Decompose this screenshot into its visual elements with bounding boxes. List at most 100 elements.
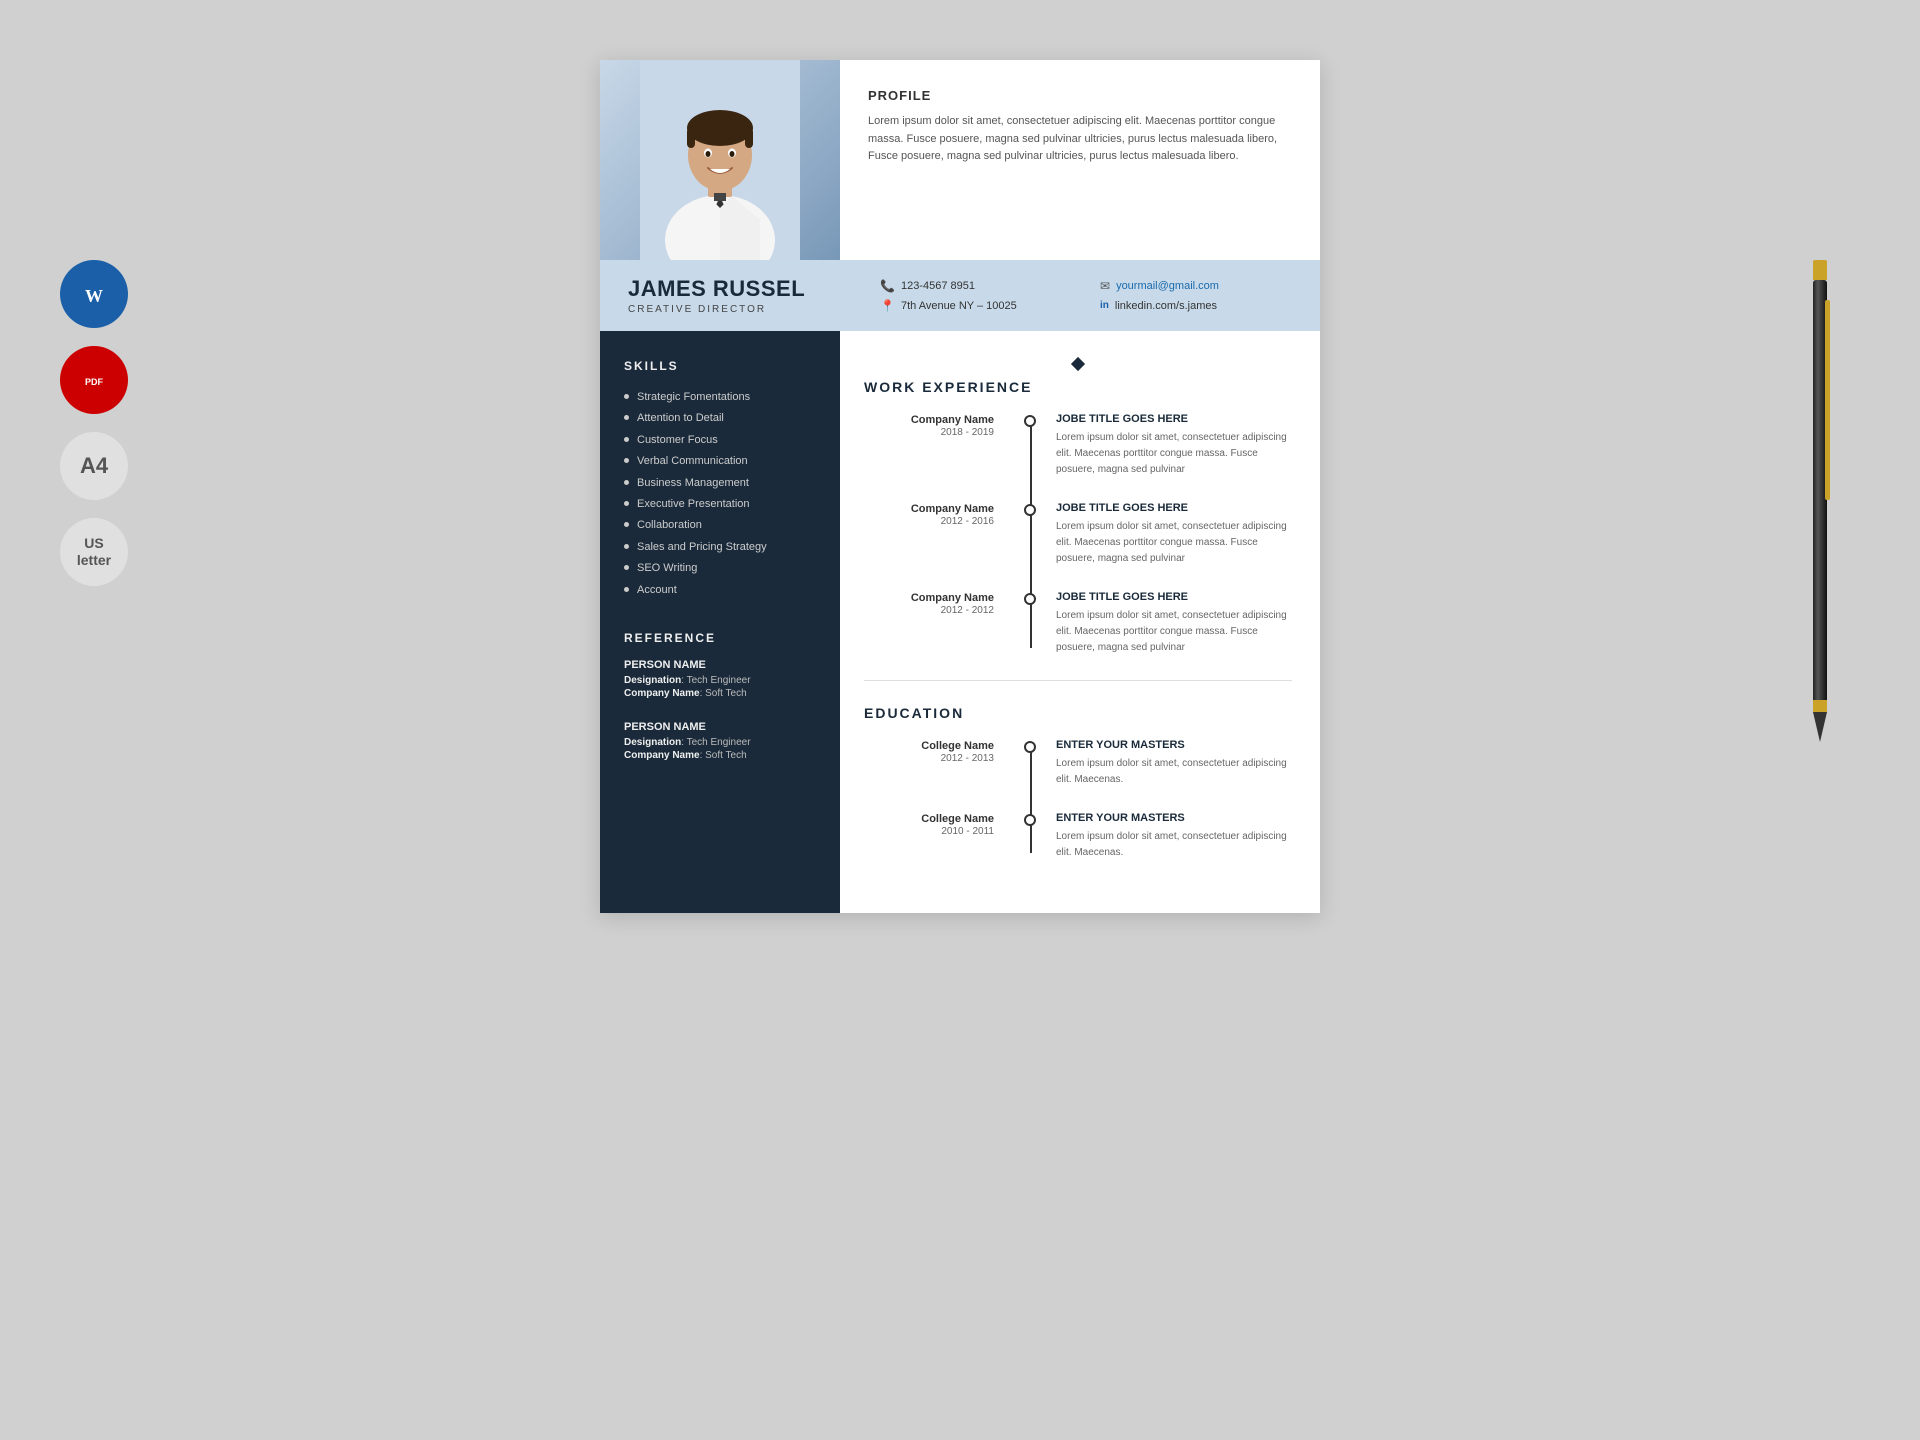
timeline-content: ENTER YOUR MASTERS Lorem ipsum dolor sit… bbox=[1046, 812, 1292, 861]
email-icon: ✉ bbox=[1100, 279, 1110, 293]
list-item: SEO Writing bbox=[624, 558, 816, 579]
table-row: College Name 2012 - 2013 ENTER YOUR MAST… bbox=[864, 739, 1292, 788]
main-content: WORK EXPERIENCE Company Name 2018 - 2019… bbox=[840, 331, 1320, 913]
timeline-dot-wrapper bbox=[1014, 413, 1046, 478]
us-label: USletter bbox=[77, 535, 111, 569]
bullet-icon bbox=[624, 394, 629, 399]
table-row: College Name 2010 - 2011 ENTER YOUR MAST… bbox=[864, 812, 1292, 861]
list-item: Sales and Pricing Strategy bbox=[624, 537, 816, 558]
timeline-dot bbox=[1024, 741, 1036, 753]
skill-text: Verbal Communication bbox=[637, 454, 748, 469]
bullet-icon bbox=[624, 501, 629, 506]
timeline-date: College Name 2012 - 2013 bbox=[864, 739, 1014, 788]
company-years: 2018 - 2019 bbox=[864, 427, 994, 438]
bullet-icon bbox=[624, 544, 629, 549]
ref-name: PERSON NAME bbox=[624, 659, 816, 671]
timeline-dot bbox=[1024, 814, 1036, 826]
reference-block: PERSON NAME Designation: Tech Engineer C… bbox=[624, 659, 816, 699]
person-name: JAMES RUSSEL bbox=[628, 276, 860, 302]
us-letter-icon[interactable]: USletter bbox=[60, 518, 128, 586]
company-name: Company Name bbox=[864, 502, 994, 516]
linkedin-contact: in linkedin.com/s.james bbox=[1100, 299, 1300, 313]
diamond-icon bbox=[1071, 357, 1085, 371]
work-experience-title: WORK EXPERIENCE bbox=[864, 379, 1292, 395]
timeline-dot bbox=[1024, 504, 1036, 516]
skill-text: Strategic Fomentations bbox=[637, 390, 750, 405]
phone-icon: 📞 bbox=[880, 279, 895, 293]
timeline-content: JOBE TITLE GOES HERE Lorem ipsum dolor s… bbox=[1046, 502, 1292, 567]
a4-icon[interactable]: A4 bbox=[60, 432, 128, 500]
email-contact: ✉ yourmail@gmail.com bbox=[1100, 279, 1300, 293]
bullet-icon bbox=[624, 480, 629, 485]
job-description: Lorem ipsum dolor sit amet, consectetuer… bbox=[1056, 430, 1292, 478]
company-name: Company Name bbox=[864, 413, 994, 427]
resume-body: SKILLS Strategic Fomentations Attention … bbox=[600, 331, 1320, 913]
list-item: Verbal Communication bbox=[624, 451, 816, 472]
list-item: Strategic Fomentations bbox=[624, 387, 816, 408]
timeline-date: College Name 2010 - 2011 bbox=[864, 812, 1014, 861]
contact-section: 📞 123-4567 8951 ✉ yourmail@gmail.com 📍 7… bbox=[860, 279, 1300, 313]
email-link[interactable]: yourmail@gmail.com bbox=[1116, 280, 1219, 292]
list-item: Attention to Detail bbox=[624, 408, 816, 429]
job-title: JOBE TITLE GOES HERE bbox=[1056, 413, 1292, 425]
degree-description: Lorem ipsum dolor sit amet, consectetuer… bbox=[1056, 756, 1292, 788]
skills-title: SKILLS bbox=[624, 359, 816, 373]
bullet-icon bbox=[624, 437, 629, 442]
job-description: Lorem ipsum dolor sit amet, consectetuer… bbox=[1056, 608, 1292, 656]
degree-title: ENTER YOUR MASTERS bbox=[1056, 739, 1292, 751]
timeline-date: Company Name 2012 - 2012 bbox=[864, 591, 1014, 656]
sidebar: SKILLS Strategic Fomentations Attention … bbox=[600, 331, 840, 913]
timeline-content: JOBE TITLE GOES HERE Lorem ipsum dolor s… bbox=[1046, 413, 1292, 478]
bullet-icon bbox=[624, 565, 629, 570]
word-icon[interactable]: W bbox=[60, 260, 128, 328]
reference-title: REFERENCE bbox=[624, 631, 816, 645]
degree-description: Lorem ipsum dolor sit amet, consectetuer… bbox=[1056, 829, 1292, 861]
company-name: Company Name bbox=[864, 591, 994, 605]
profile-photo bbox=[600, 60, 840, 260]
college-name: College Name bbox=[864, 812, 994, 826]
timeline-dot-wrapper bbox=[1014, 591, 1046, 656]
timeline-date: Company Name 2012 - 2016 bbox=[864, 502, 1014, 567]
degree-title: ENTER YOUR MASTERS bbox=[1056, 812, 1292, 824]
ref-designation: Designation: Tech Engineer bbox=[624, 675, 816, 686]
timeline-date: Company Name 2018 - 2019 bbox=[864, 413, 1014, 478]
list-item: Collaboration bbox=[624, 515, 816, 536]
pen-decoration bbox=[1800, 260, 1840, 740]
timeline-content: JOBE TITLE GOES HERE Lorem ipsum dolor s… bbox=[1046, 591, 1292, 656]
skill-text: Account bbox=[637, 583, 677, 598]
skill-text: Business Management bbox=[637, 476, 749, 491]
timeline-dot-wrapper bbox=[1014, 812, 1046, 861]
phone-contact: 📞 123-4567 8951 bbox=[880, 279, 1080, 293]
profile-section: PROFILE Lorem ipsum dolor sit amet, cons… bbox=[840, 60, 1320, 260]
timeline-dot-wrapper bbox=[1014, 502, 1046, 567]
a4-label: A4 bbox=[80, 453, 108, 479]
resume-header: PROFILE Lorem ipsum dolor sit amet, cons… bbox=[600, 60, 1320, 260]
photo-section bbox=[600, 60, 840, 260]
bullet-icon bbox=[624, 522, 629, 527]
skill-text: Executive Presentation bbox=[637, 497, 750, 512]
list-item: Executive Presentation bbox=[624, 494, 816, 515]
timeline-dot bbox=[1024, 415, 1036, 427]
phone-number: 123-4567 8951 bbox=[901, 280, 975, 292]
address-text: 7th Avenue NY – 10025 bbox=[901, 300, 1017, 312]
ref-name: PERSON NAME bbox=[624, 721, 816, 733]
person-job-title: CREATIVE DIRECTOR bbox=[628, 304, 860, 315]
ref-company: Company Name: Soft Tech bbox=[624, 688, 816, 699]
skill-text: Customer Focus bbox=[637, 433, 718, 448]
table-row: Company Name 2012 - 2016 JOBE TITLE GOES… bbox=[864, 502, 1292, 567]
section-marker bbox=[864, 359, 1292, 369]
pdf-icon[interactable]: PDF bbox=[60, 346, 128, 414]
work-experience-timeline: Company Name 2018 - 2019 JOBE TITLE GOES… bbox=[864, 413, 1292, 656]
ref-company: Company Name: Soft Tech bbox=[624, 750, 816, 761]
svg-text:PDF: PDF bbox=[85, 377, 104, 387]
education-title: EDUCATION bbox=[864, 705, 1292, 721]
skill-text: Collaboration bbox=[637, 518, 702, 533]
timeline-dot bbox=[1024, 593, 1036, 605]
company-years: 2012 - 2016 bbox=[864, 516, 994, 527]
skill-text: Attention to Detail bbox=[637, 411, 724, 426]
table-row: Company Name 2018 - 2019 JOBE TITLE GOES… bbox=[864, 413, 1292, 478]
resume-document: PROFILE Lorem ipsum dolor sit amet, cons… bbox=[600, 60, 1320, 913]
company-years: 2012 - 2012 bbox=[864, 605, 994, 616]
section-divider bbox=[864, 680, 1292, 681]
name-section: JAMES RUSSEL CREATIVE DIRECTOR bbox=[620, 276, 860, 315]
